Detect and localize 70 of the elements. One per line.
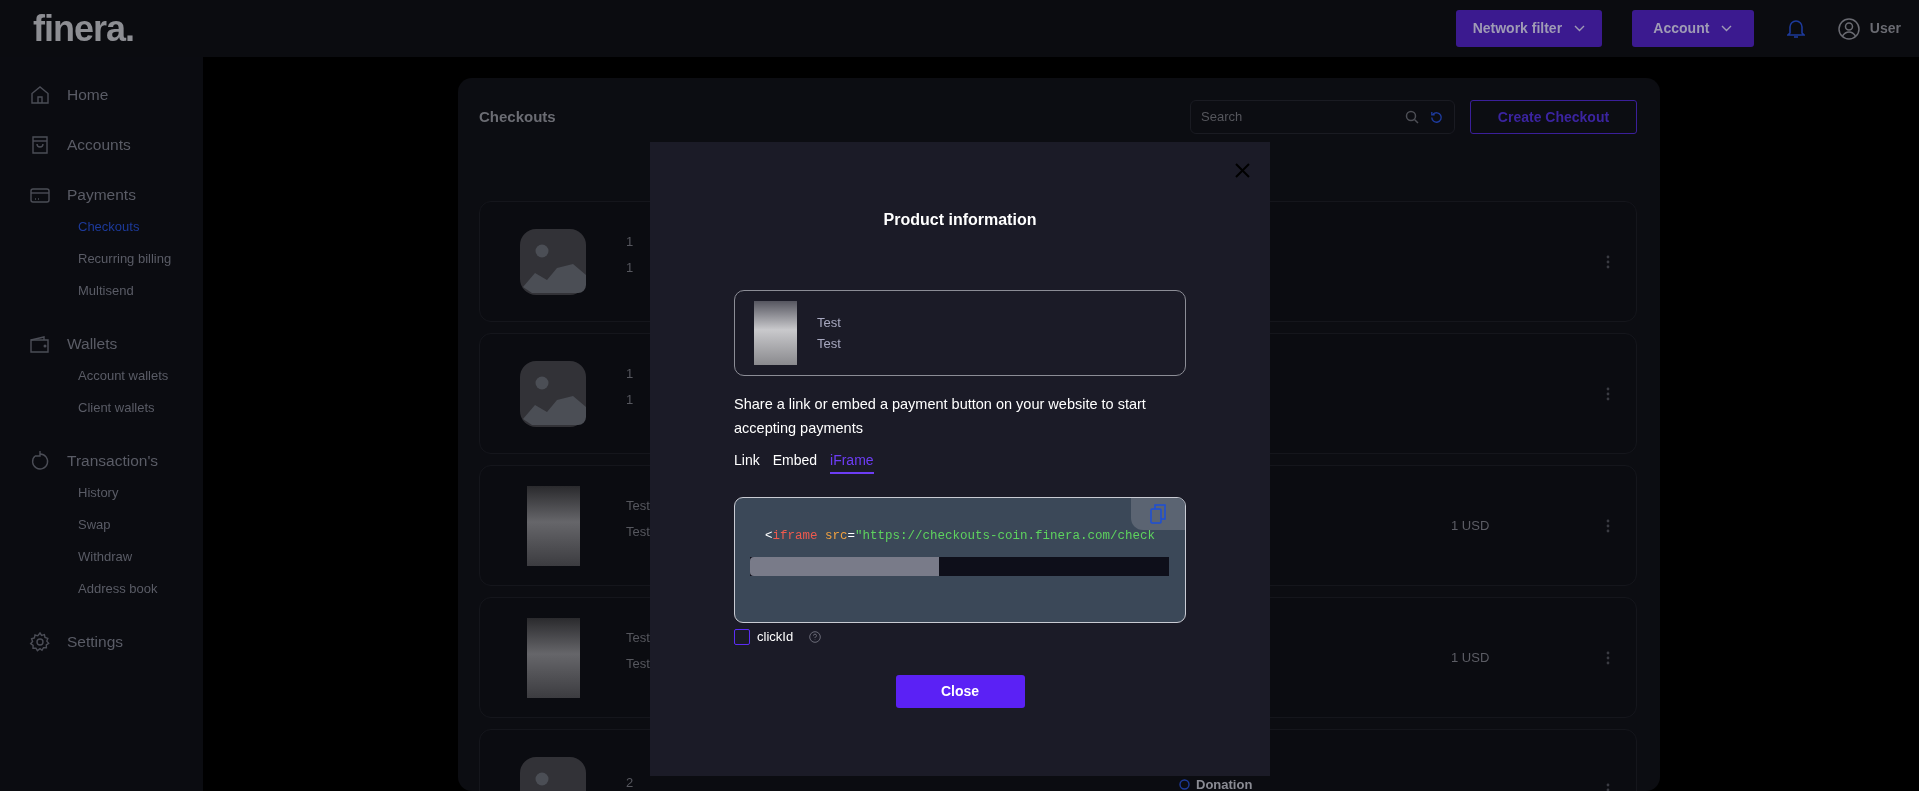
tab[interactable]: Link xyxy=(734,450,760,474)
user-icon[interactable] xyxy=(1837,17,1860,40)
checkout-price: 1 USD xyxy=(1451,517,1490,533)
more-options-icon[interactable] xyxy=(1606,650,1610,665)
modal-title: Product information xyxy=(882,210,1038,230)
sidebar-item[interactable]: Accounts xyxy=(0,132,203,158)
sidebar-subitem[interactable]: History xyxy=(0,477,203,509)
photo-placeholder xyxy=(754,301,797,365)
close-button[interactable]: Close xyxy=(895,675,1025,708)
checkout-type: Donation xyxy=(1196,775,1253,791)
image-placeholder-icon xyxy=(520,360,586,427)
more-options-icon[interactable] xyxy=(1606,254,1610,269)
sidebar-subitem[interactable]: Checkouts xyxy=(0,211,203,243)
search-input[interactable]: Search xyxy=(1201,107,1395,127)
sidebar-subitem[interactable]: Client wallets xyxy=(0,392,203,424)
checkout-subtitle: Test xyxy=(626,522,650,541)
sidebar-item[interactable]: Transaction's xyxy=(0,448,203,474)
checkout-title: 2 xyxy=(626,773,634,791)
checkout-subtitle: 1 xyxy=(626,390,634,409)
search-field[interactable]: Search xyxy=(1190,100,1455,134)
checkout-title: 1 xyxy=(626,233,634,251)
checkout-subtitle: 1 xyxy=(626,258,634,277)
user-label[interactable]: User xyxy=(1869,18,1901,39)
checkbox[interactable] xyxy=(734,629,750,645)
checkout-subtitle: Test xyxy=(626,654,650,673)
account-button[interactable]: Account xyxy=(1631,10,1754,47)
chevron-down-icon xyxy=(1574,25,1586,32)
home-icon xyxy=(29,84,51,106)
checkout-title: 1 xyxy=(626,365,634,383)
sidebar-subitem[interactable]: Withdraw xyxy=(0,541,203,573)
help-icon[interactable] xyxy=(809,631,822,643)
tab[interactable]: Embed xyxy=(772,450,818,474)
description: Share a link or embed a payment button on your website to start accepting payments xyxy=(734,395,1147,438)
product-title: Test xyxy=(817,313,841,332)
product-subtitle: Test xyxy=(817,335,841,353)
copy-button[interactable] xyxy=(1131,498,1185,530)
sidebar-item[interactable]: Home xyxy=(0,82,203,108)
more-options-icon[interactable] xyxy=(1606,518,1610,533)
copy-icon xyxy=(1150,504,1166,524)
page-title: Checkouts xyxy=(479,106,556,127)
sidebar-item[interactable]: Payments xyxy=(0,182,203,208)
tag-icon xyxy=(1179,779,1190,790)
sidebar-subitem[interactable]: Recurring billing xyxy=(0,243,203,275)
gear-icon xyxy=(29,631,51,653)
sidebar-item[interactable]: Wallets xyxy=(0,331,203,357)
checkout-title: Test xyxy=(626,629,650,647)
search-icon[interactable] xyxy=(1405,110,1419,124)
create-checkout-button[interactable]: Create Checkout xyxy=(1470,100,1637,134)
chevron-down-icon xyxy=(1721,25,1733,32)
bag-icon xyxy=(29,134,51,156)
tab[interactable]: iFrame xyxy=(830,450,874,474)
sidebar-subitem[interactable]: Account wallets xyxy=(0,360,203,392)
sidebar-subitem[interactable]: Swap xyxy=(0,509,203,541)
sidebar-item[interactable]: Settings xyxy=(0,629,203,655)
checkbox-label[interactable]: clickId xyxy=(757,627,794,647)
more-options-icon[interactable] xyxy=(1606,386,1610,401)
refresh-icon xyxy=(29,450,51,472)
scrollbar-thumb[interactable] xyxy=(750,557,939,576)
logo: finera. xyxy=(33,6,135,51)
sidebar-subitem[interactable]: Multisend xyxy=(0,275,203,307)
bell-icon[interactable] xyxy=(1786,18,1805,39)
refresh-icon[interactable] xyxy=(1429,109,1444,125)
checkout-title: Test xyxy=(626,497,650,515)
checkout-price: 1 USD xyxy=(1451,649,1490,665)
sidebar-subitem[interactable]: Address book xyxy=(0,573,203,605)
close-icon[interactable] xyxy=(1235,163,1250,178)
wallet-icon xyxy=(29,333,51,355)
network-filter-button[interactable]: Network filter xyxy=(1455,10,1602,47)
code-line: <iframe src="https://checkouts-coin.finera.com/check xyxy=(764,528,1157,545)
image-placeholder-icon xyxy=(520,228,586,295)
